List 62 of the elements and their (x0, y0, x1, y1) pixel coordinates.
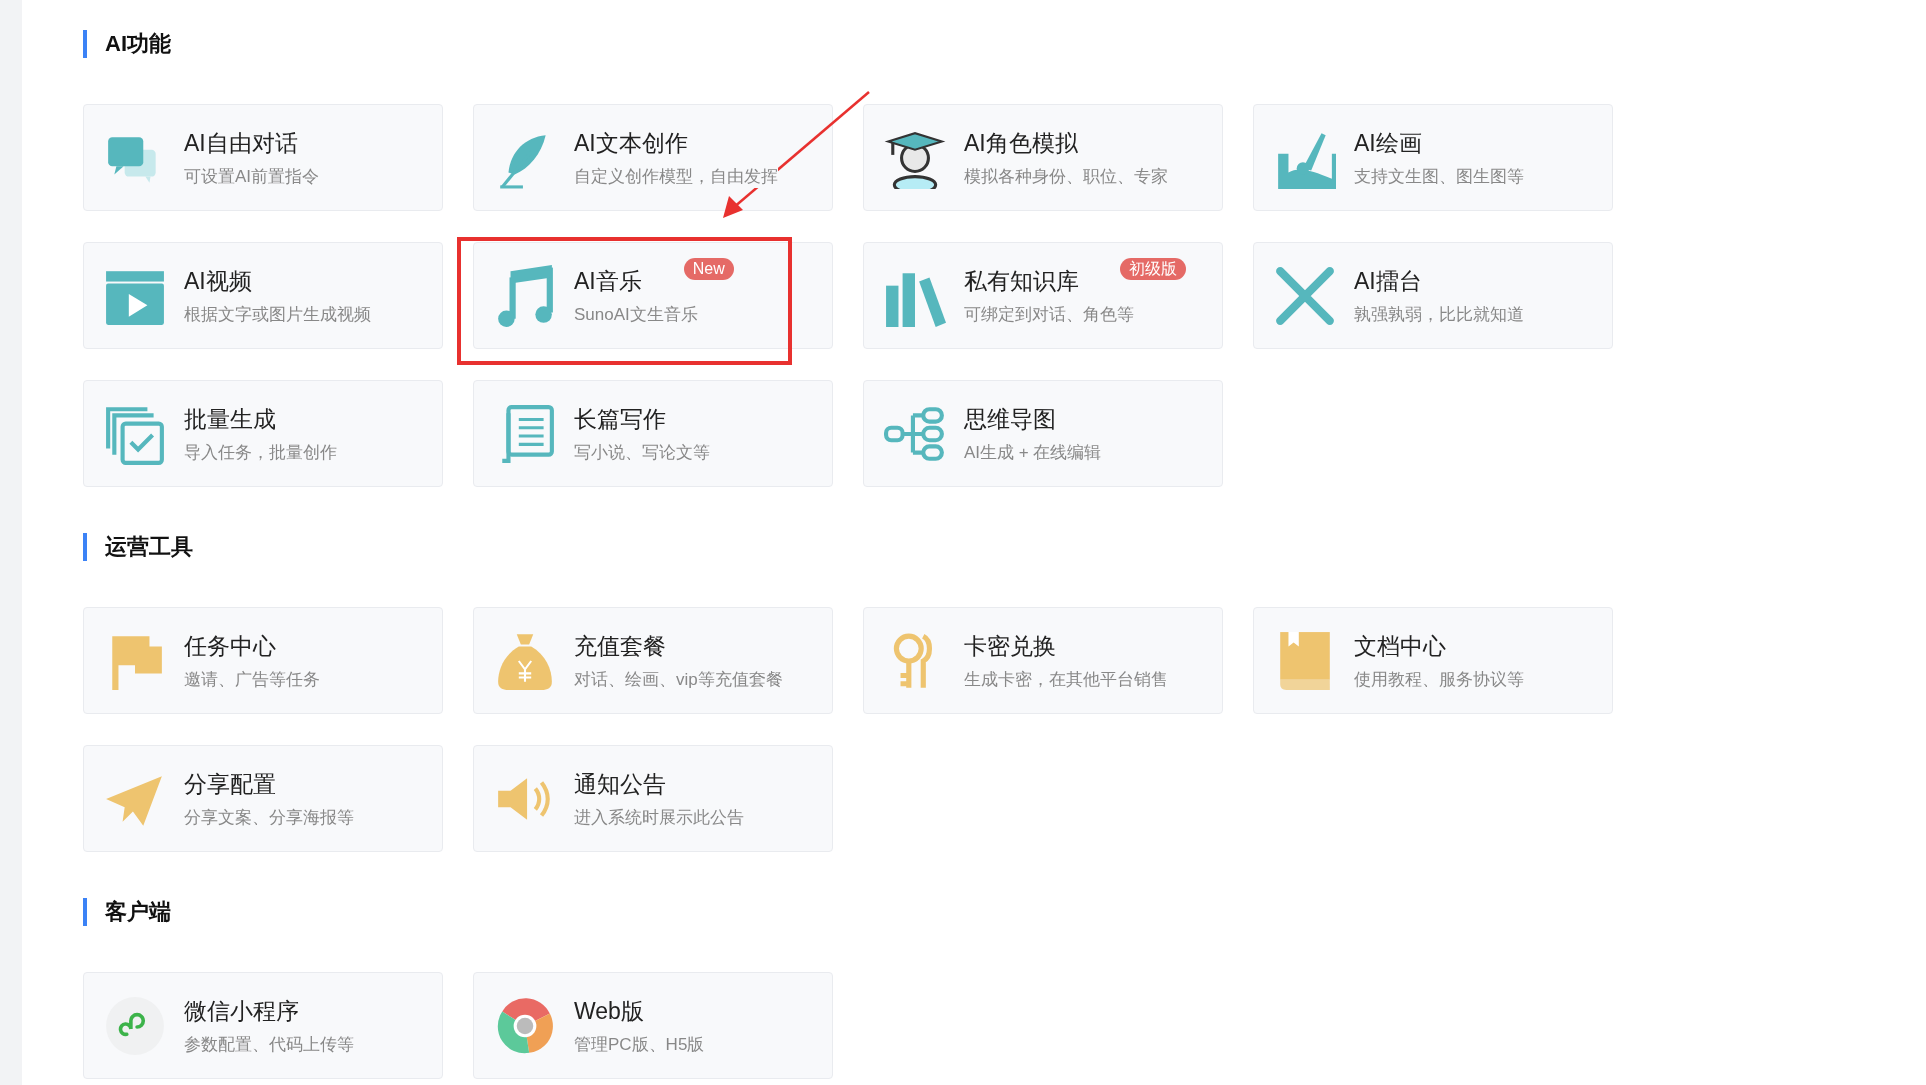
mini-program-icon (104, 994, 166, 1057)
card-description: 对话、绘画、vip等充值套餐 (574, 668, 783, 691)
feature-card[interactable]: 文档中心 使用教程、服务协议等 (1253, 607, 1613, 714)
feature-card[interactable]: 卡密兑换 生成卡密，在其他平台销售 (863, 607, 1223, 714)
card-title: 分享配置 (184, 769, 276, 799)
card-title: 微信小程序 (184, 996, 299, 1026)
feature-card[interactable]: AI绘画 支持文生图、图生图等 (1253, 104, 1613, 211)
card-description: 参数配置、代码上传等 (184, 1033, 354, 1056)
card-description: 生成卡密，在其他平台销售 (964, 668, 1168, 691)
badge: 初级版 (1120, 257, 1186, 280)
card-title: 思维导图 (964, 404, 1056, 434)
card-description: 根据文字或图片生成视频 (184, 303, 371, 326)
card-description: 支持文生图、图生图等 (1354, 165, 1524, 188)
feature-card[interactable]: 思维导图 AI生成 + 在线编辑 (863, 380, 1223, 487)
feature-card[interactable]: AI视频 根据文字或图片生成视频 (83, 242, 443, 349)
section-heading: 运营工具 (83, 533, 1926, 561)
card-title: AI擂台 (1354, 266, 1422, 296)
feature-card[interactable]: 通知公告 进入系统时展示此公告 (473, 745, 833, 852)
card-description: 导入任务，批量创作 (184, 441, 337, 464)
card-description: 可绑定到对话、角色等 (964, 303, 1134, 326)
card-title: AI自由对话 (184, 128, 298, 158)
card-description: SunoAI文生音乐 (574, 303, 698, 326)
card-description: 分享文案、分享海报等 (184, 806, 354, 829)
card-description: 写小说、写论文等 (574, 441, 710, 464)
card-title: AI音乐 (574, 266, 642, 296)
card-title: 长篇写作 (574, 404, 666, 434)
feature-card[interactable]: AI文本创作 自定义创作模型，自由发挥 (473, 104, 833, 211)
card-title: AI视频 (184, 266, 252, 296)
section-heading: 客户端 (83, 898, 1926, 926)
card-title: AI文本创作 (574, 128, 688, 158)
feature-card[interactable]: 充值套餐 对话、绘画、vip等充值套餐 (473, 607, 833, 714)
feature-card[interactable]: AI自由对话 可设置AI前置指令 (83, 104, 443, 211)
card-title: AI角色模拟 (964, 128, 1078, 158)
card-title: AI绘画 (1354, 128, 1422, 158)
badge: New (683, 257, 734, 280)
card-description: 可设置AI前置指令 (184, 165, 320, 188)
card-description: 使用教程、服务协议等 (1354, 668, 1524, 691)
feature-card[interactable]: 长篇写作 写小说、写论文等 (473, 380, 833, 487)
card-description: AI生成 + 在线编辑 (964, 441, 1102, 464)
card-title: 任务中心 (184, 631, 276, 661)
card-title: 文档中心 (1354, 631, 1446, 661)
feature-card[interactable]: AI音乐 New SunoAI文生音乐 (473, 242, 833, 349)
feature-card[interactable]: AI角色模拟 模拟各种身份、职位、专家 (863, 104, 1223, 211)
feature-card[interactable]: 批量生成 导入任务，批量创作 (83, 380, 443, 487)
feature-card[interactable]: 分享配置 分享文案、分享海报等 (83, 745, 443, 852)
feature-card[interactable]: 私有知识库 初级版 可绑定到对话、角色等 (863, 242, 1223, 349)
card-title: 私有知识库 (964, 266, 1079, 296)
feature-card[interactable]: AI擂台 孰强孰弱，比比就知道 (1253, 242, 1613, 349)
card-title: 通知公告 (574, 769, 666, 799)
card-description: 进入系统时展示此公告 (574, 806, 744, 829)
card-description: 模拟各种身份、职位、专家 (964, 165, 1168, 188)
feature-card[interactable]: Web版 管理PC版、H5版 (473, 972, 833, 1079)
card-description: 孰强孰弱，比比就知道 (1354, 303, 1524, 326)
card-title: Web版 (574, 996, 644, 1026)
card-title: 卡密兑换 (964, 631, 1056, 661)
section-heading: AI功能 (83, 30, 1926, 58)
feature-card[interactable]: 微信小程序 参数配置、代码上传等 (83, 972, 443, 1079)
card-title: 批量生成 (184, 404, 276, 434)
card-description: 自定义创作模型，自由发挥 (574, 165, 778, 188)
card-title: 充值套餐 (574, 631, 666, 661)
feature-card[interactable]: 任务中心 邀请、广告等任务 (83, 607, 443, 714)
card-description: 邀请、广告等任务 (184, 668, 320, 691)
